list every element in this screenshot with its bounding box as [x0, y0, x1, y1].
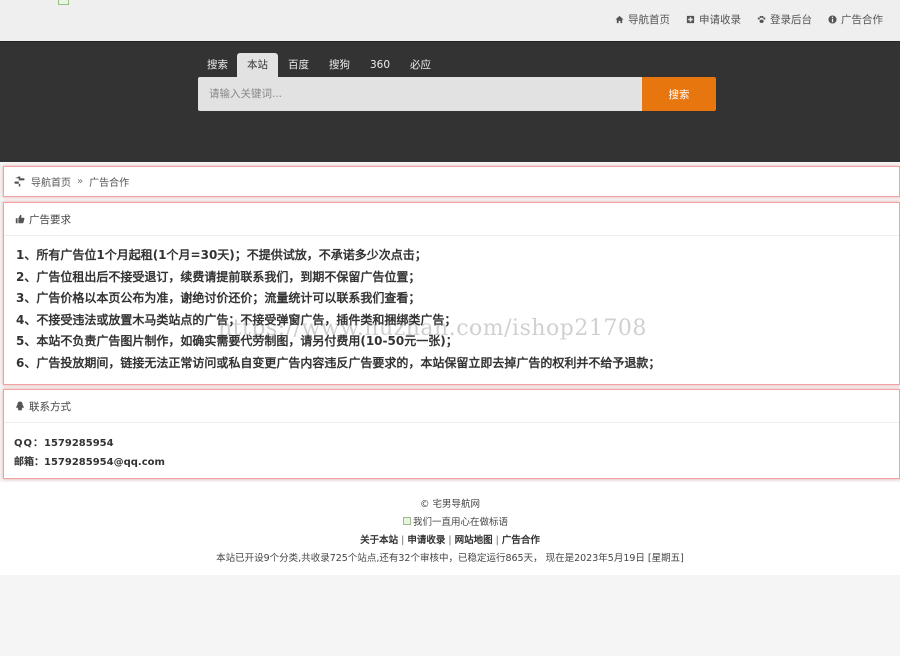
breadcrumb-separator: »: [77, 176, 84, 187]
qq-penguin-icon: [16, 401, 24, 411]
contact-qq-row: QQ：1579285954: [14, 434, 899, 453]
ad-requirements-panel: 广告要求 1、所有广告位1个月起租(1个月=30天)；不提供试放，不承诺多少次点…: [3, 202, 900, 385]
info-circle-icon: [828, 15, 837, 24]
contact-info: QQ：1579285954 邮箱：1579285954@qq.com: [4, 423, 899, 472]
top-bar: 导航首页 申请收录 登录后台 广告合作: [0, 0, 900, 41]
breadcrumb-current: 广告合作: [89, 178, 130, 189]
contact-header: 联系方式: [4, 390, 899, 423]
ad-requirements-title: 广告要求: [29, 213, 71, 226]
broken-image-icon: [403, 517, 411, 525]
requirement-item: 2、广告位租出后不接受退订，续费请提前联系我们，到期不保留广告位置；: [16, 269, 421, 284]
footer-links: 关于本站 | 申请收录 | 网站地图 | 广告合作: [0, 532, 900, 546]
site-logo[interactable]: [58, 0, 70, 5]
breadcrumb-home-link[interactable]: 导航首页: [31, 174, 71, 189]
footer-link-divider: |: [448, 535, 452, 546]
contact-email-row: 邮箱：1579285954@qq.com: [14, 453, 899, 472]
tab-site[interactable]: 本站: [237, 53, 278, 77]
tab-bing[interactable]: 必应: [400, 53, 441, 77]
search-hero: 搜索 本站 百度 搜狗 360 必应 请输入关键词... 搜索: [0, 41, 900, 162]
requirement-item: 1、所有广告位1个月起租(1个月=30天)；不提供试放，不承诺多少次点击；: [16, 248, 427, 262]
requirement-item: 6、广告投放期间，链接无法正常访问或私自变更广告内容违反广告要求的，本站保留立即…: [16, 355, 661, 370]
contact-panel: 联系方式 QQ：1579285954 邮箱：1579285954@qq.com: [3, 389, 900, 479]
nav-home-link[interactable]: 导航首页: [615, 12, 670, 27]
footer-copyright: © 宅男导航网: [419, 499, 481, 510]
search-input[interactable]: 请输入关键词...: [198, 77, 642, 111]
nav-login-label: 登录后台: [770, 14, 812, 26]
email-value: 1579285954@qq.com: [44, 457, 165, 468]
search-tabs: 搜索 本站 百度 搜狗 360 必应: [198, 53, 441, 77]
footer-link-submit[interactable]: 申请收录: [407, 535, 445, 546]
qq-value: 1579285954: [44, 438, 114, 449]
tab-search[interactable]: 搜索: [198, 53, 237, 77]
nav-ads-label: 广告合作: [841, 14, 883, 26]
footer-stats: 本站已开设9个分类,共收录725个站点,还有32个审核中，已稳定运行865天， …: [216, 553, 684, 564]
plus-square-icon: [686, 15, 695, 24]
requirement-item: 4、不接受违法或放置木马类站点的广告；不接受弹窗广告，插件类和捆绑类广告；: [16, 312, 457, 327]
ad-requirements-header: 广告要求: [4, 203, 899, 236]
footer-slogan-image: 我们一直用心在做标语: [403, 514, 508, 528]
nav-ads-link[interactable]: 广告合作: [828, 12, 883, 27]
requirement-item: 3、广告价格以本页公布为准，谢绝讨价还价；流量统计可以联系我们查看；: [16, 291, 421, 305]
footer-link-about[interactable]: 关于本站: [360, 535, 398, 546]
paw-icon: [757, 15, 766, 24]
signpost-icon: [14, 176, 25, 187]
search-button[interactable]: 搜索: [642, 77, 716, 111]
contact-title: 联系方式: [29, 400, 71, 413]
footer: © 宅男导航网 我们一直用心在做标语 关于本站 | 申请收录 | 网站地图 | 广告合作 本…: [0, 482, 900, 575]
nav-home-label: 导航首页: [628, 14, 670, 26]
nav-submit-link[interactable]: 申请收录: [686, 12, 741, 27]
search-bar: 请输入关键词... 搜索: [198, 77, 716, 111]
footer-slogan-alt: 我们一直用心在做标语: [413, 517, 509, 528]
tab-baidu[interactable]: 百度: [278, 53, 319, 77]
email-label: 邮箱：: [14, 457, 44, 468]
nav-login-link[interactable]: 登录后台: [757, 12, 812, 27]
nav-submit-label: 申请收录: [699, 14, 741, 26]
tab-360[interactable]: 360: [360, 53, 400, 77]
home-icon: [615, 15, 624, 24]
breadcrumb: 导航首页 » 广告合作: [3, 166, 900, 197]
footer-link-ads[interactable]: 广告合作: [502, 535, 540, 546]
footer-link-sitemap[interactable]: 网站地图: [455, 535, 493, 546]
thumbs-up-icon: [15, 214, 25, 224]
requirements-list: 1、所有广告位1个月起租(1个月=30天)；不提供试放，不承诺多少次点击； 2、…: [4, 236, 899, 374]
footer-link-divider: |: [401, 535, 405, 546]
qq-label: QQ：: [14, 438, 45, 449]
tab-sogou[interactable]: 搜狗: [319, 53, 360, 77]
top-nav: 导航首页 申请收录 登录后台 广告合作: [615, 12, 883, 27]
requirement-item: 5、本站不负责广告图片制作，如确实需要代劳制图，请另付费用(10-50元一张)；: [16, 334, 458, 348]
footer-link-divider: |: [495, 535, 499, 546]
